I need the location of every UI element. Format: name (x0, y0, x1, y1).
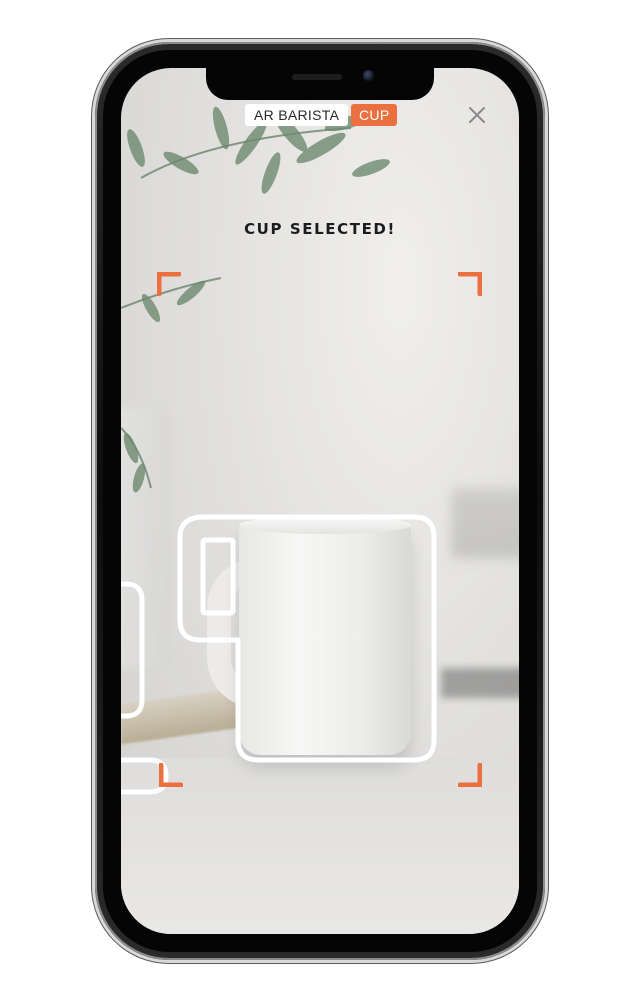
app-title-badge: AR BARISTA (245, 104, 349, 126)
background-device (441, 668, 519, 698)
notch (206, 68, 434, 100)
scan-frame-corner-icon (458, 272, 482, 296)
scan-frame-corner-top-left (157, 272, 181, 296)
device-mockup: AR BARISTA CUP CUP SELECTED! (0, 0, 639, 1000)
mode-badge[interactable]: CUP (351, 104, 398, 126)
front-camera (363, 70, 374, 81)
scan-frame-corner-bottom-right (458, 763, 482, 787)
power-button (545, 256, 549, 356)
speaker-grille (292, 74, 342, 80)
selection-status-message: CUP SELECTED! (244, 220, 396, 238)
background-book (121, 687, 241, 745)
scan-frame-corner-bottom-left (159, 763, 183, 787)
scan-frame-corner-icon (157, 272, 181, 296)
camera-view (121, 68, 519, 934)
mug (239, 523, 411, 755)
close-icon (469, 107, 485, 123)
scan-frame-corner-top-right (458, 272, 482, 296)
close-button[interactable] (466, 104, 488, 126)
scan-frame-corner-icon (458, 763, 482, 787)
scan-frame-corner-icon (159, 763, 183, 787)
